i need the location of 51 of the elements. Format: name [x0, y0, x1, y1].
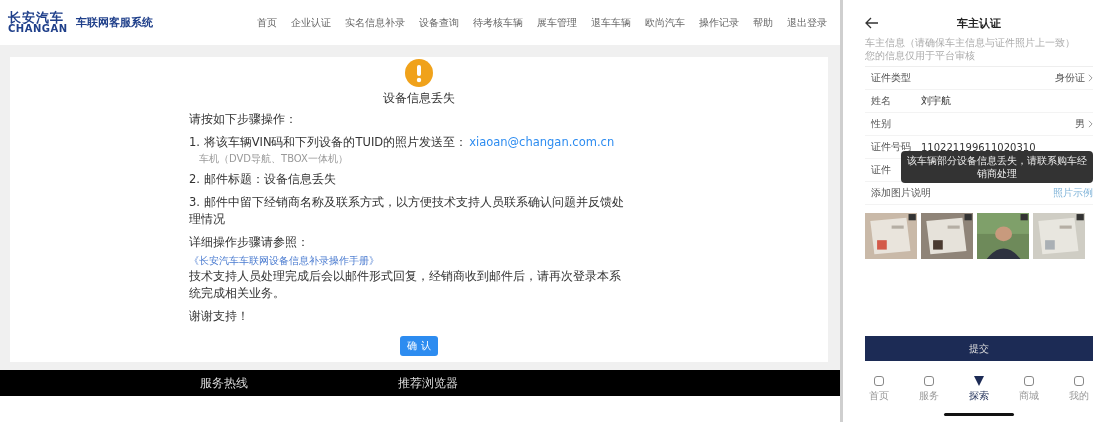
nav-link[interactable]: 设备查询 [412, 15, 466, 30]
field-value[interactable]: 刘宇航 [921, 94, 951, 108]
detail-text: 详细操作步骤请参照： [189, 234, 310, 251]
chevron-icon [1088, 74, 1093, 82]
footer-heading: 推荐浏览器 [398, 374, 458, 392]
square-icon [923, 375, 935, 387]
step-text: 3. 邮件中留下经销商名称及联系方式，以方便技术支持人员联系确认问题并反馈处理情况 [189, 194, 625, 228]
field-value[interactable]: 110221199611020310 [921, 141, 1036, 153]
nav-link[interactable]: 展车管理 [530, 15, 584, 30]
page-title: 车主认证 [957, 15, 1001, 31]
sub-item-text: 车机（DVD导航、TBOX一体机） [199, 152, 349, 165]
field-label: 证件 [870, 163, 892, 177]
select-field[interactable]: 身份证 [1055, 71, 1093, 85]
field-label: 证件号码 [870, 140, 912, 154]
square-icon [1073, 375, 1085, 387]
step-text: 2. 邮件标题：设备信息丢失 [189, 171, 337, 188]
toast-message: 该车辆部分设备信息丢失，请联系购车经销商处理 [901, 151, 1093, 183]
nav-link[interactable]: 帮助 [746, 15, 780, 30]
hint-text: 您的信息仅用于平台审核 [865, 49, 976, 62]
triangle-icon [973, 375, 985, 387]
system-title: 车联网客服系统 [75, 15, 153, 30]
instruction-text: 请按如下步骤操作： [189, 111, 298, 128]
field-label: 性别 [870, 117, 892, 131]
nav-link[interactable]: 操作记录 [692, 15, 746, 30]
square-icon [1023, 375, 1035, 387]
nav-link[interactable]: 实名信息补录 [338, 15, 412, 30]
select-field[interactable]: 男 [1075, 117, 1093, 131]
nav-link[interactable]: 待考核车辆 [466, 15, 530, 30]
confirm-button[interactable]: 确 认 [400, 336, 438, 356]
nav-link[interactable]: 企业认证 [284, 15, 338, 30]
field-label: 姓名 [870, 94, 892, 108]
photo-label: 添加图片说明 [870, 186, 931, 200]
nav-link[interactable]: 首页 [250, 15, 284, 30]
logo: 长安汽车 CHANGAN [8, 11, 68, 34]
nav-link[interactable]: 退出登录 [780, 15, 834, 30]
square-icon [873, 375, 885, 387]
dialog-title: 设备信息丢失 [383, 90, 455, 107]
manual-link[interactable]: 《长安汽车车联网设备信息补录操作手册》 [189, 253, 379, 268]
nav-link[interactable]: 欧尚汽车 [638, 15, 692, 30]
reply-note: 技术支持人员处理完成后会以邮件形式回复，经销商收到邮件后，请再次登录本系统完成相关业务。 [189, 268, 622, 302]
submit-button[interactable]: 提交 [865, 336, 1093, 361]
step-text: 1. 将该车辆VIN码和下列设备的TUID的照片发送至： xiaoan@changan.com.cn [189, 134, 616, 151]
email-link[interactable]: xiaoan@changan.com.cn [469, 135, 615, 149]
tab-item[interactable]: 探索 [969, 375, 989, 403]
back-arrow-icon[interactable] [865, 17, 879, 29]
chevron-icon [1088, 120, 1093, 128]
home-indicator [944, 413, 1014, 416]
nav-link[interactable]: 退车车辆 [584, 15, 638, 30]
thanks-text: 谢谢支持！ [189, 308, 250, 325]
footer-heading: 服务热线 [200, 374, 248, 392]
field-label: 证件类型 [870, 71, 912, 85]
